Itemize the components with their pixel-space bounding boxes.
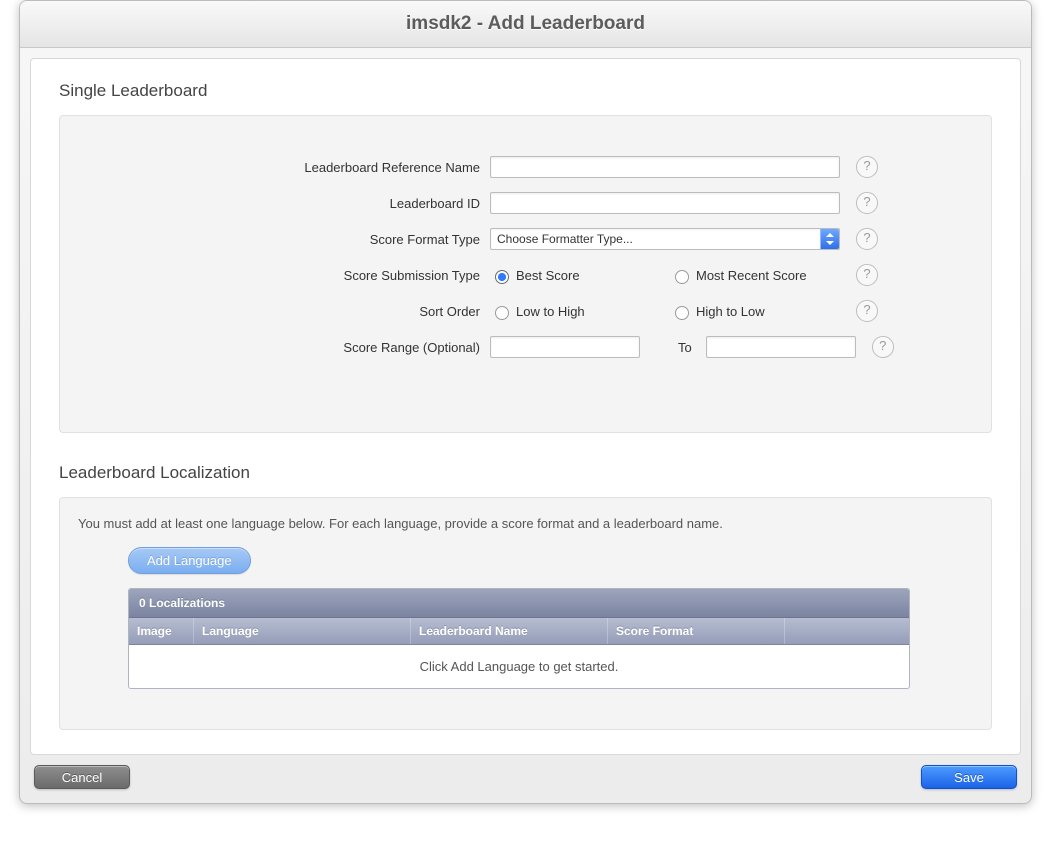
help-icon[interactable]: ? bbox=[856, 300, 878, 322]
help-icon[interactable]: ? bbox=[856, 264, 878, 286]
radio-best-score-label: Best Score bbox=[516, 268, 580, 283]
radio-most-recent-label: Most Recent Score bbox=[696, 268, 807, 283]
label-sort-order: Sort Order bbox=[90, 304, 490, 319]
col-score-format: Score Format bbox=[608, 618, 785, 644]
row-sort-order: Sort Order Low to High High to Low ? bbox=[90, 300, 961, 322]
content-area: Single Leaderboard Leaderboard Reference… bbox=[30, 58, 1021, 755]
row-submission-type: Score Submission Type Best Score Most Re… bbox=[90, 264, 961, 286]
col-spacer bbox=[785, 618, 909, 644]
cancel-button[interactable]: Cancel bbox=[34, 765, 130, 789]
input-range-to[interactable] bbox=[706, 336, 856, 358]
col-image: Image bbox=[129, 618, 194, 644]
localization-hint: You must add at least one language below… bbox=[78, 516, 973, 531]
radio-low-to-high-label: Low to High bbox=[516, 304, 585, 319]
radio-high-to-low[interactable] bbox=[675, 306, 689, 320]
row-lb-id: Leaderboard ID ? bbox=[90, 192, 961, 214]
label-format-type: Score Format Type bbox=[90, 232, 490, 247]
label-submission-type: Score Submission Type bbox=[90, 268, 490, 283]
save-button[interactable]: Save bbox=[921, 765, 1017, 789]
section-title-localization: Leaderboard Localization bbox=[59, 463, 992, 483]
localization-table: 0 Localizations Image Language Leaderboa… bbox=[128, 588, 910, 689]
footer-bar: Cancel Save bbox=[20, 755, 1031, 803]
select-format-value: Choose Formatter Type... bbox=[497, 232, 633, 246]
single-leaderboard-panel: Leaderboard Reference Name ? Leaderboard… bbox=[59, 115, 992, 433]
help-icon[interactable]: ? bbox=[856, 192, 878, 214]
add-language-button[interactable]: Add Language bbox=[128, 547, 251, 574]
col-language: Language bbox=[194, 618, 411, 644]
label-lb-id: Leaderboard ID bbox=[90, 196, 490, 211]
section-title-single: Single Leaderboard bbox=[59, 81, 992, 101]
label-score-range: Score Range (Optional) bbox=[90, 340, 490, 355]
input-ref-name[interactable] bbox=[490, 156, 840, 178]
row-score-range: Score Range (Optional) To ? bbox=[90, 336, 961, 358]
help-icon[interactable]: ? bbox=[856, 156, 878, 178]
label-range-to: To bbox=[678, 340, 692, 355]
help-icon[interactable]: ? bbox=[856, 228, 878, 250]
select-format-type[interactable]: Choose Formatter Type... bbox=[490, 228, 840, 250]
chevron-updown-icon bbox=[820, 229, 839, 249]
localization-count-header: 0 Localizations bbox=[129, 589, 909, 618]
help-icon[interactable]: ? bbox=[872, 336, 894, 358]
radio-most-recent[interactable] bbox=[675, 270, 689, 284]
input-range-from[interactable] bbox=[490, 336, 640, 358]
localization-empty-text: Click Add Language to get started. bbox=[129, 645, 909, 688]
radio-high-to-low-label: High to Low bbox=[696, 304, 765, 319]
localization-panel: You must add at least one language below… bbox=[59, 497, 992, 730]
localization-columns: Image Language Leaderboard Name Score Fo… bbox=[129, 618, 909, 645]
radio-low-to-high[interactable] bbox=[495, 306, 509, 320]
window-title: imsdk2 - Add Leaderboard bbox=[20, 1, 1031, 48]
row-ref-name: Leaderboard Reference Name ? bbox=[90, 156, 961, 178]
col-leaderboard-name: Leaderboard Name bbox=[411, 618, 608, 644]
input-lb-id[interactable] bbox=[490, 192, 840, 214]
label-ref-name: Leaderboard Reference Name bbox=[90, 160, 490, 175]
row-format-type: Score Format Type Choose Formatter Type.… bbox=[90, 228, 961, 250]
radio-best-score[interactable] bbox=[495, 270, 509, 284]
modal-window: imsdk2 - Add Leaderboard Single Leaderbo… bbox=[19, 0, 1032, 804]
